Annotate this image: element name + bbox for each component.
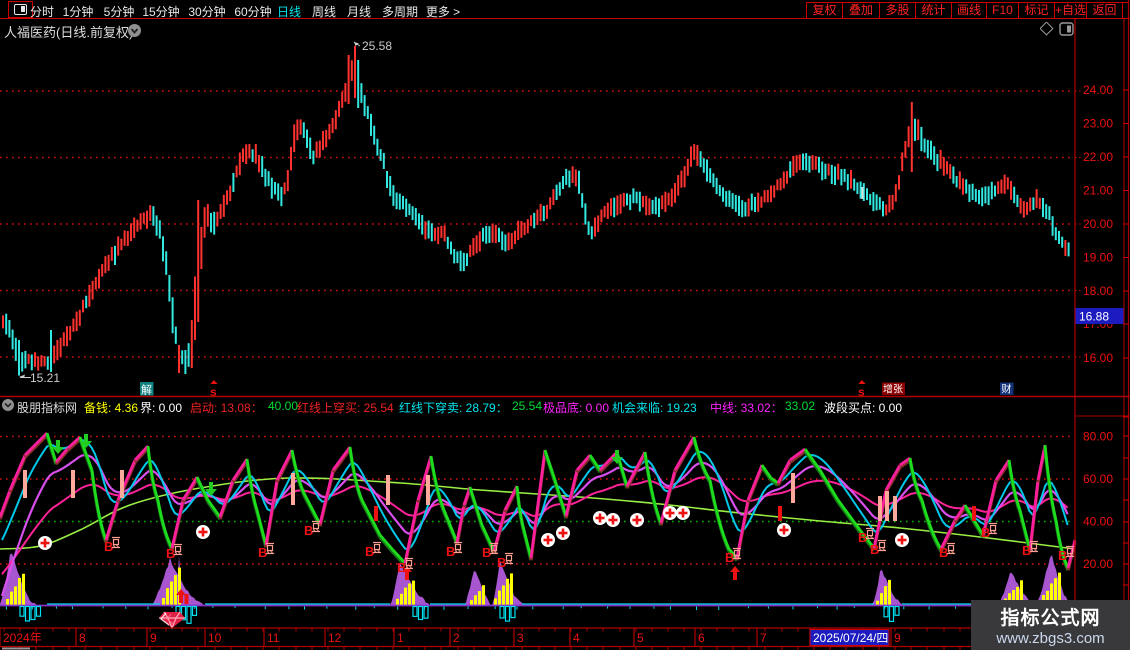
svg-text:B: B	[397, 560, 406, 575]
svg-text:40.00: 40.00	[1083, 515, 1113, 529]
svg-text:20.00: 20.00	[1083, 217, 1113, 231]
svg-text:B: B	[497, 555, 506, 570]
svg-text:2025/07/24/四: 2025/07/24/四	[813, 631, 888, 645]
svg-text:80.00: 80.00	[1083, 430, 1113, 444]
svg-text:B: B	[981, 525, 990, 540]
svg-text:25.58: 25.58	[362, 39, 392, 53]
svg-text:B: B	[858, 530, 867, 545]
svg-text:B: B	[104, 539, 113, 554]
svg-text:B: B	[1058, 548, 1067, 563]
svg-text:8: 8	[79, 631, 86, 645]
svg-text:60.00: 60.00	[1083, 472, 1113, 486]
svg-text:18.00: 18.00	[1083, 284, 1113, 298]
svg-text:19.00: 19.00	[1083, 251, 1113, 265]
svg-text:10: 10	[208, 631, 222, 645]
svg-text:15.21: 15.21	[30, 371, 60, 385]
svg-text:3: 3	[517, 631, 524, 645]
svg-text:B: B	[365, 544, 374, 559]
svg-text:20.00: 20.00	[1083, 557, 1113, 571]
svg-text:9: 9	[894, 631, 901, 645]
svg-text:B: B	[725, 550, 734, 565]
svg-text:4: 4	[573, 631, 580, 645]
svg-text:B: B	[1022, 543, 1031, 558]
svg-text:2024年: 2024年	[3, 631, 42, 645]
svg-text:22.00: 22.00	[1083, 150, 1113, 164]
svg-text:12: 12	[328, 631, 342, 645]
svg-text:2: 2	[453, 631, 460, 645]
svg-text:16.00: 16.00	[1083, 351, 1113, 365]
svg-text:解: 解	[141, 383, 152, 397]
svg-text:6: 6	[698, 631, 705, 645]
svg-text:7: 7	[760, 631, 767, 645]
svg-text:B: B	[258, 545, 267, 560]
svg-text:B: B	[482, 545, 491, 560]
svg-text:财: 财	[1002, 383, 1012, 396]
svg-text:B: B	[870, 542, 879, 557]
svg-text:B: B	[939, 545, 948, 560]
svg-text:24.00: 24.00	[1083, 83, 1113, 97]
svg-text:B: B	[166, 546, 175, 561]
svg-text:B: B	[304, 523, 313, 538]
svg-text:11: 11	[267, 631, 280, 645]
svg-text:1: 1	[397, 631, 404, 645]
svg-text:21.00: 21.00	[1083, 184, 1113, 198]
svg-text:B: B	[446, 544, 455, 559]
svg-text:23.00: 23.00	[1083, 117, 1113, 131]
svg-text:增张: 增张	[883, 383, 903, 396]
svg-text:5: 5	[637, 631, 644, 645]
svg-text:16.88: 16.88	[1079, 310, 1109, 324]
svg-text:9: 9	[150, 631, 157, 645]
